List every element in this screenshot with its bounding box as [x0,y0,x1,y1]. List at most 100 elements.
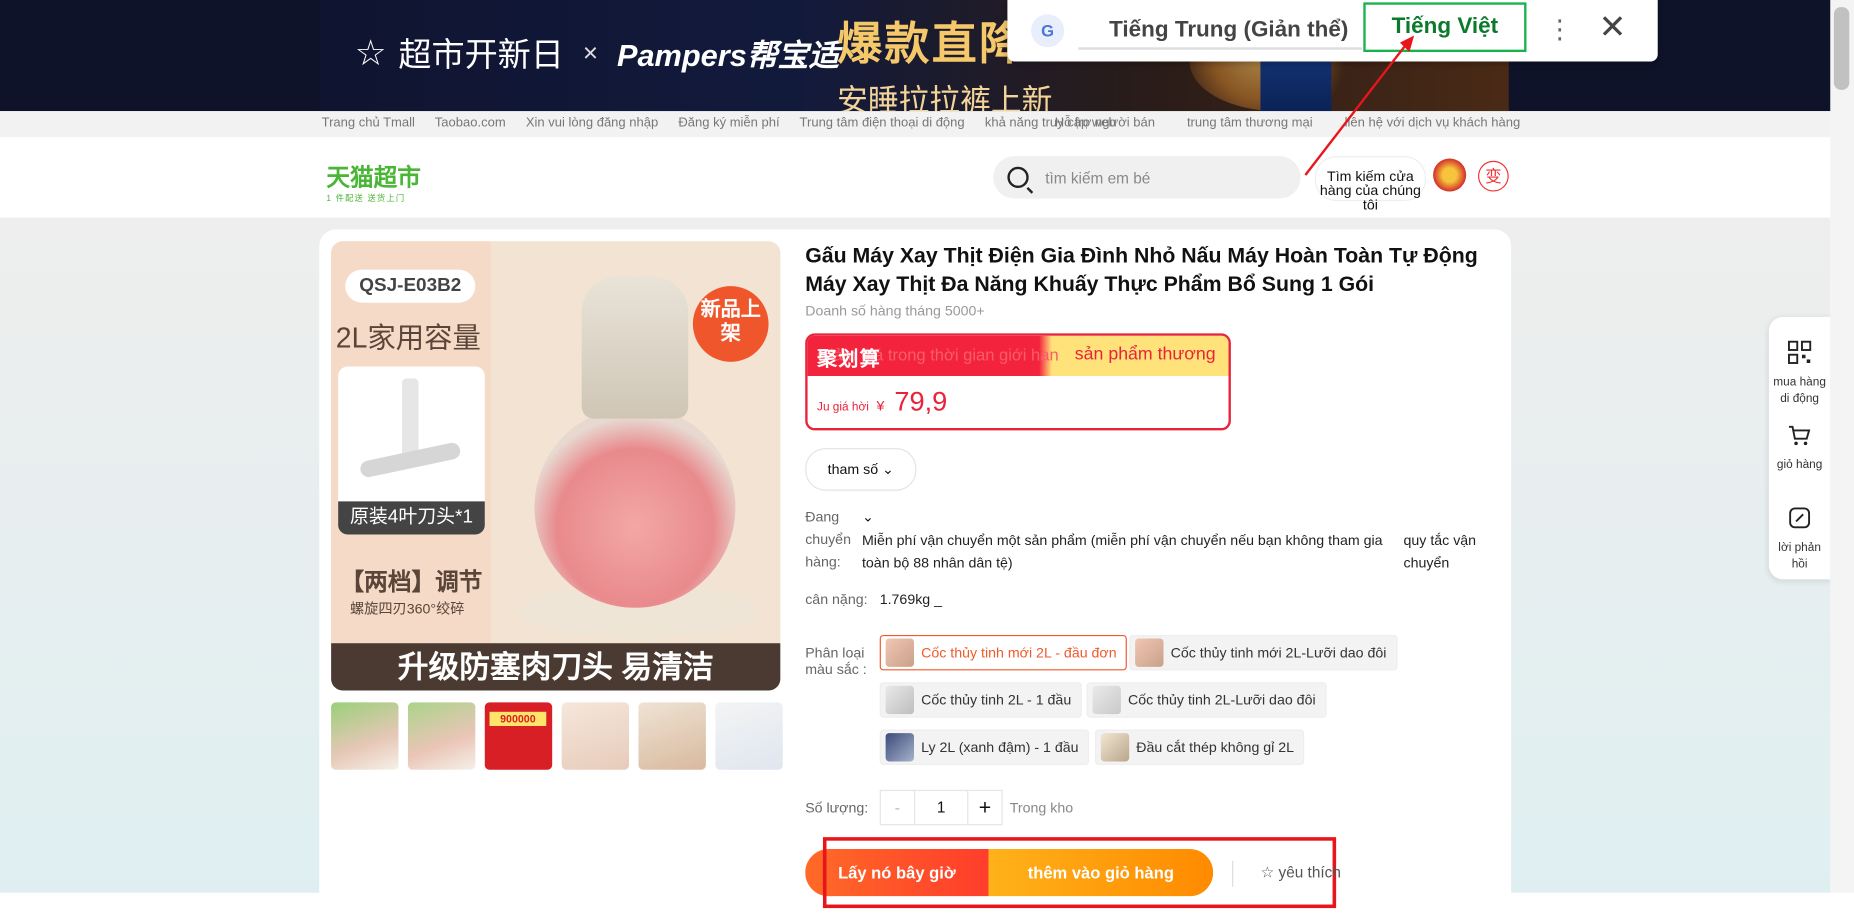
nav-link-register[interactable]: Đăng ký miễn phí [678,116,779,130]
new-product-tag: 新品上架 [692,286,769,362]
search-input[interactable]: tìm kiếm em bé [993,156,1301,199]
shipping-label: Đang chuyển hàng: [805,506,866,573]
image-bottom-caption: 升级防塞肉刀头 易清洁 [331,643,781,691]
quantity-decrease-button[interactable]: - [879,789,916,826]
site-header [0,137,1831,218]
variant-option-label: Cốc thủy tinh mới 2L-Lưỡi dao đôi [1170,644,1387,661]
search-placeholder: tìm kiếm em bé [1045,168,1151,187]
cart-button[interactable]: giỏ hàng [1769,423,1830,474]
blade-stem [402,378,419,462]
thumbnail-sales-badge: 900000 [489,711,547,726]
emblem-badge-icon[interactable] [1433,158,1467,192]
blade-caption: 原装4叶刀头*1 [338,501,485,535]
change-badge-icon[interactable]: 变 [1478,160,1509,192]
thumbnail[interactable] [638,702,706,770]
cart-icon [1788,425,1811,446]
thumbnail-strip: 900000 [331,702,783,770]
variant-option-label: Ly 2L (xanh đậm) - 1 đầu [921,739,1079,756]
thumbnail[interactable] [407,702,476,770]
nav-link-mall-center[interactable]: trung tâm thương mại [1187,116,1313,130]
edit-icon [1789,507,1811,529]
nav-link-seller-support[interactable]: Hỗ trợ người bán [1055,116,1155,130]
banner-times: × [582,37,599,68]
star-icon: ☆ [1260,863,1275,881]
monthly-sales: Doanh số hàng tháng 5000+ [805,302,985,320]
shipping-label-text: Đang chuyển hàng: [805,508,851,570]
mobile-shopping-button[interactable]: mua hàng di động [1769,340,1830,408]
variant-label: Phân loại màu sắc : [805,644,867,678]
product-type-label: sản phẩm thương [1074,344,1216,365]
chevron-down-icon[interactable]: ⌄ [862,508,874,525]
annotation-highlight-box [822,837,1337,909]
variant-thumb [885,733,914,762]
variant-thumb [1092,685,1121,715]
star-icon: ☆ [354,33,387,73]
cart-label: giỏ hàng [1776,458,1823,472]
thumbnail[interactable] [561,702,630,770]
google-translate-icon[interactable]: G [1031,14,1065,48]
quantity-label: Số lượng: [805,799,869,816]
variant-option-label: Đầu cắt thép không gỉ 2L [1136,739,1295,756]
variant-option[interactable]: Cốc thủy tinh 2L - 1 đầu [879,682,1082,718]
logo-text: 天猫超市 [326,165,421,192]
image-model-label: QSJ-E03B2 [345,269,476,303]
annotation-arrow [1304,35,1415,176]
chevron-down-icon: ⌄ [882,461,894,478]
feedback-button[interactable]: lời phản hồi [1769,506,1830,573]
quantity-stepper: - 1 + [879,789,1003,826]
variant-option[interactable]: Cốc thủy tinh 2L-Lưỡi dao đôi [1086,682,1327,718]
feedback-label: lời phản hồi [1778,541,1821,572]
stock-status: Trong kho [1009,799,1074,816]
weight-value: 1.769kg _ [879,591,943,608]
search-icon [1007,166,1029,189]
variant-option-label: Cốc thủy tinh 2L - 1 đầu [921,691,1072,709]
product-main-image[interactable]: QSJ-E03B2 2L家用容量 原装4叶刀头*1 【两档】调节 螺旋四刃360… [331,241,781,691]
image-motor [581,276,689,419]
tmall-supermarket-logo[interactable]: 天猫超市 1 件配送 送货上门 [326,158,421,204]
qr-code-icon [1788,340,1812,364]
close-icon[interactable]: ✕ [1599,7,1627,46]
banner-left-text: ☆ 超市开新日 × Pampers帮宝适 [355,30,839,77]
page: ☆ 超市开新日 × Pampers帮宝适 爆款直降 安睡拉拉裤上新 G Tiến… [0,0,1854,915]
banner-title: 超市开新日 [398,36,564,74]
variant-option-label: Cốc thủy tinh 2L-Lưỡi dao đôi [1128,691,1316,709]
divider [1232,860,1234,887]
parameters-button[interactable]: tham số ⌄ [805,448,917,491]
variant-option[interactable]: Cốc thủy tinh mới 2L - đầu đơn [879,634,1128,671]
variant-option[interactable]: Đầu cắt thép không gỉ 2L [1094,729,1305,766]
variant-thumb [885,685,914,715]
thumbnail[interactable] [715,702,783,770]
shipping-rules-link[interactable]: quy tắc vận chuyển [1404,530,1503,575]
thumbnail[interactable] [331,702,399,770]
nav-link-tmall-home[interactable]: Trang chủ Tmall [322,116,415,130]
image-capacity-label: 2L家用容量 [335,322,481,355]
thumbnail[interactable]: 900000 [484,702,553,770]
variant-thumb [1100,733,1130,762]
quantity-increase-button[interactable]: + [967,789,1003,826]
promo-price-box: Giảm giá trong thời gian giới hạn 聚划算 sả… [805,333,1231,431]
image-mode-label: 【两档】调节 [340,569,483,596]
shipping-text: Miễn phí vận chuyển một sản phẩm (miễn p… [861,532,1383,572]
favorite-button[interactable]: ☆ yêu thích [1260,863,1340,882]
image-bowl [534,406,736,608]
scrollbar[interactable] [1830,0,1854,893]
scrollbar-thumb[interactable] [1833,7,1850,90]
currency-symbol: ¥ [876,397,885,414]
mobile-shopping-label: mua hàng di động [1773,376,1826,406]
variant-option-label: Cốc thủy tinh mới 2L - đầu đơn [921,644,1117,661]
image-mode-sub: 螺旋四刃360°绞碎 [349,600,465,618]
more-options-icon[interactable]: ⋮ [1547,14,1573,45]
quantity-input[interactable]: 1 [915,789,968,826]
banner-brand: Pampers帮宝适 [616,37,840,73]
price-label: Ju giá hời [817,400,869,414]
nav-link-login[interactable]: Xin vui lòng đăng nhập [526,116,658,130]
floating-sidebar: mua hàng di động giỏ hàng lời phản hồi [1768,316,1831,580]
variant-option[interactable]: Cốc thủy tinh mới 2L-Lưỡi dao đôi [1129,634,1398,671]
variant-option[interactable]: Ly 2L (xanh đậm) - 1 đầu [879,729,1090,766]
price-value: 79,9 [894,385,948,417]
parameters-label: tham số [827,461,879,478]
nav-link-taobao[interactable]: Taobao.com [435,116,506,130]
weight-label: cân nặng: [805,591,868,608]
variant-thumb [1135,638,1164,667]
nav-link-mobile[interactable]: Trung tâm điện thoại di động [800,116,965,130]
